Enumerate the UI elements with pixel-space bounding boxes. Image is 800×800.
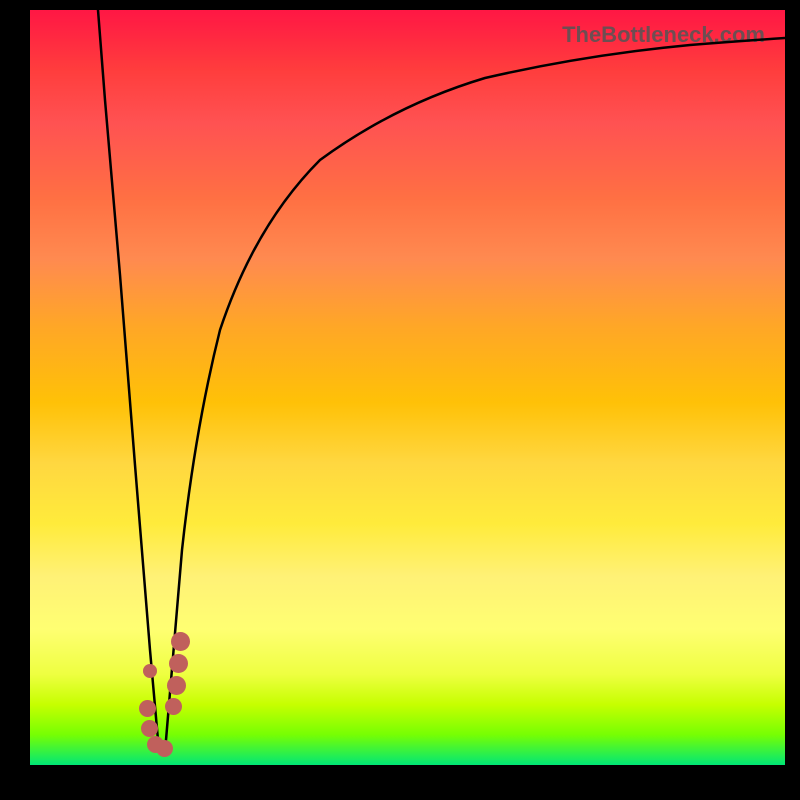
right-ascent-curve — [166, 38, 785, 740]
left-descent-curve — [98, 10, 158, 740]
data-marker — [169, 654, 188, 673]
data-marker — [141, 720, 158, 737]
chart-container: TheBottleneck.com — [0, 0, 800, 800]
curve-layer — [30, 10, 785, 765]
data-marker — [167, 676, 186, 695]
data-marker — [139, 700, 156, 717]
data-marker — [165, 698, 182, 715]
data-marker — [143, 664, 157, 678]
plot-area: TheBottleneck.com — [30, 10, 785, 765]
data-marker — [171, 632, 190, 651]
data-marker — [156, 740, 173, 757]
